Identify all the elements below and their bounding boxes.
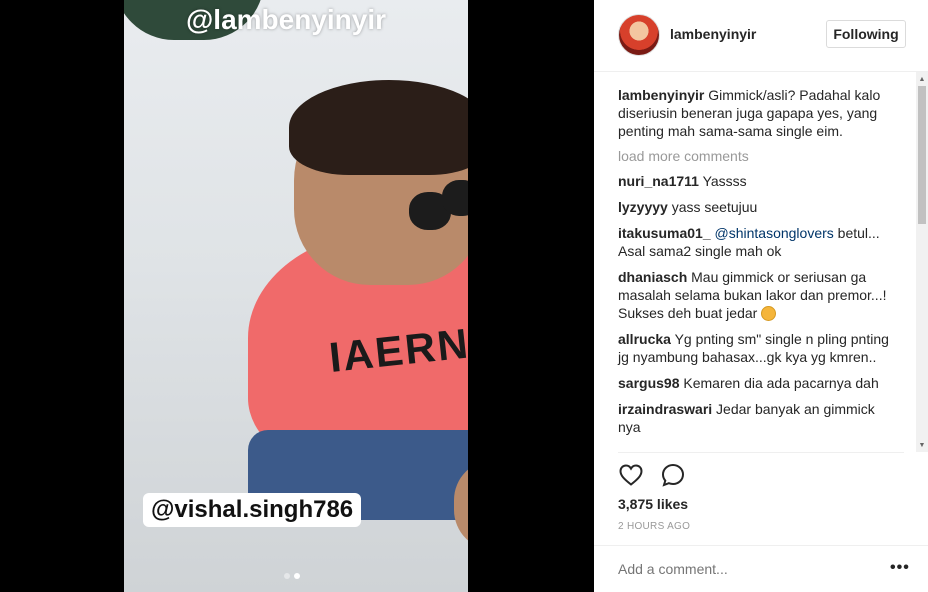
carousel-dot-active[interactable]	[294, 573, 300, 579]
caption-username[interactable]: lambenyinyir	[618, 87, 704, 103]
kiss-emoji-icon	[761, 306, 777, 321]
comment-username[interactable]: itakusuma01_	[618, 225, 711, 241]
comment-username[interactable]: dhaniasch	[618, 269, 687, 285]
post-actions	[618, 462, 686, 488]
likes-count[interactable]: 3,875 likes	[618, 496, 688, 512]
scroll-down-icon[interactable]: ▼	[916, 438, 928, 452]
comment-mention[interactable]: @shintasonglovers	[715, 225, 834, 241]
comment-item: dhaniasch Mau gimmick or seriusan ga mas…	[618, 268, 898, 322]
media-area: IAERNU @lambenyinyir @vishal.singh786	[0, 0, 594, 592]
post-panel: lambenyinyir Following lambenyinyir Gimm…	[594, 0, 928, 592]
following-button[interactable]: Following	[826, 20, 906, 48]
more-icon[interactable]: •••	[890, 559, 910, 577]
comment-item: itakusuma01_ @shintasonglovers betul... …	[618, 224, 898, 260]
comment-text: yass seetujuu	[671, 199, 758, 215]
comment-item: allrucka Yg pnting sm" single n pling pn…	[618, 330, 898, 366]
add-comment-bar: •••	[594, 545, 928, 592]
comment-username[interactable]: allrucka	[618, 331, 671, 347]
add-comment-input[interactable]	[618, 561, 868, 577]
sunglasses-right	[442, 180, 468, 216]
comment-item: lyzyyyy yass seetujuu	[618, 198, 898, 216]
header-username[interactable]: lambenyinyir	[670, 26, 756, 42]
avatar[interactable]	[618, 14, 660, 56]
comment-item: sargus98 Kemaren dia ada pacarnya dah	[618, 374, 898, 392]
comments-list: lambenyinyir Gimmick/asli? Padahal kalo …	[618, 86, 898, 446]
comment-username[interactable]: irzaindraswari	[618, 401, 712, 417]
comment-item: irzaindraswari Jedar banyak an gimmick n…	[618, 400, 898, 436]
heart-icon[interactable]	[618, 462, 644, 488]
post-timestamp[interactable]: 2 HOURS AGO	[618, 521, 690, 532]
comments-scrollbar[interactable]: ▲ ▼	[916, 72, 928, 452]
post-caption: lambenyinyir Gimmick/asli? Padahal kalo …	[618, 86, 898, 140]
comment-username[interactable]: sargus98	[618, 375, 679, 391]
video-tag-label: @vishal.singh786	[143, 493, 362, 527]
carousel-dots	[284, 573, 300, 579]
post-header: lambenyinyir Following	[594, 0, 928, 72]
scrollbar-thumb[interactable]	[918, 86, 926, 224]
scroll-up-icon[interactable]: ▲	[916, 72, 928, 86]
comment-username[interactable]: lyzyyyy	[618, 199, 668, 215]
person-hair	[289, 80, 468, 175]
load-more-comments-link[interactable]: load more comments	[618, 147, 898, 165]
carousel-dot[interactable]	[284, 573, 290, 579]
comment-username[interactable]: nuri_na1711	[618, 173, 699, 189]
comment-item: nuri_na1711 Yassss	[618, 172, 898, 190]
divider	[618, 452, 904, 453]
comment-text: Kemaren dia ada pacarnya dah	[683, 375, 879, 391]
video-watermark: @lambenyinyir	[186, 4, 387, 35]
comment-icon[interactable]	[660, 462, 686, 488]
comment-text: Yassss	[702, 173, 747, 189]
